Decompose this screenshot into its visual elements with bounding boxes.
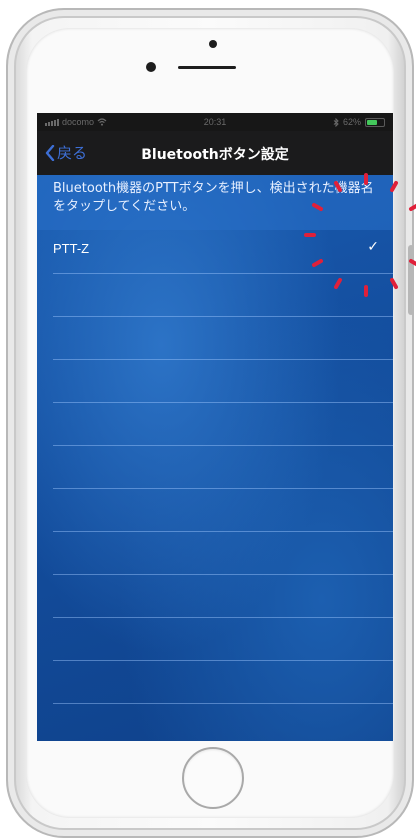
front-camera [209,40,217,48]
row-separator [53,488,393,489]
device-list-area: Bluetooth機器のPTTボタンを押し、検出された機器名をタップしてください… [37,175,393,741]
phone-screen: docomo 20:31 62% 戻る Bluetoothボタン設定 Bluet… [37,113,393,741]
row-separator [53,316,393,317]
instruction-text: Bluetooth機器のPTTボタンを押し、検出された機器名をタップしてください… [37,175,393,230]
device-name: PTT-Z [53,241,90,256]
row-separator [53,273,393,274]
row-separator [53,445,393,446]
battery-icon [365,117,385,127]
proximity-sensor [146,62,156,72]
earpiece-speaker [178,66,236,69]
row-separator [53,617,393,618]
row-separator [53,359,393,360]
row-separator [53,703,393,704]
bluetooth-icon [333,117,339,127]
home-button[interactable] [182,747,244,809]
row-separator [53,660,393,661]
page-title: Bluetoothボタン設定 [141,147,289,163]
checkmark-icon: ✓ [367,239,379,255]
device-row-ptt-z[interactable]: PTT-Z ✓ [37,230,393,273]
row-separator [53,574,393,575]
power-button [408,245,414,315]
row-separator [53,402,393,403]
row-separator [53,531,393,532]
navigation-bar: 戻る Bluetoothボタン設定 [37,131,393,175]
battery-percent: 62% [342,117,361,127]
status-bar: docomo 20:31 62% [37,113,393,131]
